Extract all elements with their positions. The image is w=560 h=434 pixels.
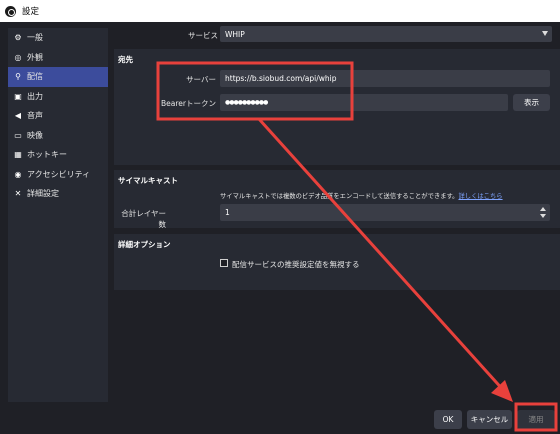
- stream-settings-panel: サービス WHIP 宛先 サーバー https://b.siobud.com/a…: [114, 22, 560, 402]
- bearer-token-input[interactable]: ●●●●●●●●●●: [220, 94, 508, 111]
- keyboard-icon: ▦: [14, 150, 22, 160]
- bearer-token-label: Bearerトークン: [161, 99, 216, 108]
- sidebar-item-label: 詳細設定: [27, 189, 59, 199]
- ok-button[interactable]: OK: [434, 410, 462, 429]
- learn-more-link[interactable]: 詳しくはこちら: [458, 193, 502, 200]
- chevron-down-icon: [542, 31, 548, 36]
- simulcast-description-text: サイマルキャストでは複数のビデオ品質をエンコードして送信することができます。: [220, 193, 459, 200]
- cancel-button[interactable]: キャンセル: [467, 410, 512, 429]
- sidebar-item-6[interactable]: ▦ ホットキー: [8, 145, 108, 165]
- window-title: 設定: [22, 7, 40, 17]
- sidebar-item-3[interactable]: ▣ 出力: [8, 87, 108, 107]
- layers-value: 1: [225, 208, 230, 217]
- settings-window: ⚙ 一般 ◎ 外観 ⚲ 配信 ▣ 出力 ◀ 音声 ▭ 映像 ▦ ホットキー ◉ アクセシビリティ ✕ 詳細設定 サ…: [0, 22, 560, 434]
- sidebar-item-2[interactable]: ⚲ 配信: [8, 67, 108, 87]
- sidebar-item-7[interactable]: ◉ アクセシビリティ: [8, 165, 108, 185]
- gear-icon: ⚙: [14, 33, 22, 43]
- sidebar-item-label: 外観: [27, 52, 43, 62]
- sidebar-item-label: 配信: [27, 72, 43, 82]
- simulcast-description: サイマルキャストでは複数のビデオ品質をエンコードして送信することができます。詳し…: [220, 191, 554, 200]
- advanced-options-title: 詳細オプション: [118, 240, 171, 249]
- show-token-button[interactable]: 表示: [513, 94, 550, 111]
- obs-logo-icon: [5, 5, 16, 17]
- spin-arrows-icon[interactable]: [540, 206, 547, 219]
- bearer-token-value: ●●●●●●●●●●: [225, 99, 268, 106]
- settings-sidebar: ⚙ 一般 ◎ 外観 ⚲ 配信 ▣ 出力 ◀ 音声 ▭ 映像 ▦ ホットキー ◉ アクセシビリティ ✕ 詳細設定: [8, 28, 108, 402]
- tools-icon: ✕: [14, 189, 22, 199]
- sidebar-item-5[interactable]: ▭ 映像: [8, 126, 108, 146]
- sidebar-item-label: 音声: [27, 111, 43, 121]
- layers-label: 合計レイヤー数: [121, 209, 166, 229]
- service-label: サービス: [188, 31, 218, 40]
- palette-icon: ◎: [14, 52, 22, 62]
- destination-title: 宛先: [118, 55, 133, 64]
- simulcast-title: サイマルキャスト: [118, 176, 178, 185]
- service-row: サービス WHIP: [114, 26, 560, 44]
- monitor-icon: ▭: [14, 130, 22, 140]
- speaker-icon: ◀: [14, 111, 22, 121]
- sidebar-item-label: ホットキー: [27, 150, 67, 160]
- title-bar: 設定: [0, 0, 560, 22]
- simulcast-group: サイマルキャスト サイマルキャストでは複数のビデオ品質をエンコードして送信するこ…: [114, 170, 560, 229]
- sidebar-item-label: アクセシビリティ: [27, 169, 91, 179]
- server-label: サーバー: [186, 75, 216, 84]
- server-input[interactable]: https://b.siobud.com/api/whip: [220, 70, 550, 87]
- server-input-value: https://b.siobud.com/api/whip: [225, 74, 337, 83]
- sidebar-item-4[interactable]: ◀ 音声: [8, 106, 108, 126]
- sidebar-item-1[interactable]: ◎ 外観: [8, 48, 108, 68]
- ignore-recommendations-checkbox[interactable]: [220, 259, 228, 267]
- destination-group: 宛先 サーバー https://b.siobud.com/api/whip Be…: [114, 49, 560, 165]
- sidebar-item-label: 映像: [27, 130, 43, 140]
- apply-button[interactable]: 適用: [517, 410, 555, 429]
- layers-spinbox[interactable]: 1: [220, 204, 550, 221]
- antenna-icon: ⚲: [15, 72, 21, 82]
- ignore-recommendations-label[interactable]: 配信サービスの推奨設定値を無視する: [232, 259, 360, 270]
- service-select-value: WHIP: [225, 29, 245, 39]
- sidebar-item-label: 出力: [27, 91, 43, 101]
- sidebar-item-0[interactable]: ⚙ 一般: [8, 28, 108, 48]
- output-icon: ▣: [14, 91, 22, 101]
- sidebar-item-8[interactable]: ✕ 詳細設定: [8, 184, 108, 204]
- service-select[interactable]: WHIP: [220, 26, 552, 42]
- advanced-options-group: 詳細オプション 配信サービスの推奨設定値を無視する: [114, 234, 560, 290]
- accessibility-icon: ◉: [14, 169, 22, 179]
- sidebar-item-label: 一般: [27, 33, 43, 43]
